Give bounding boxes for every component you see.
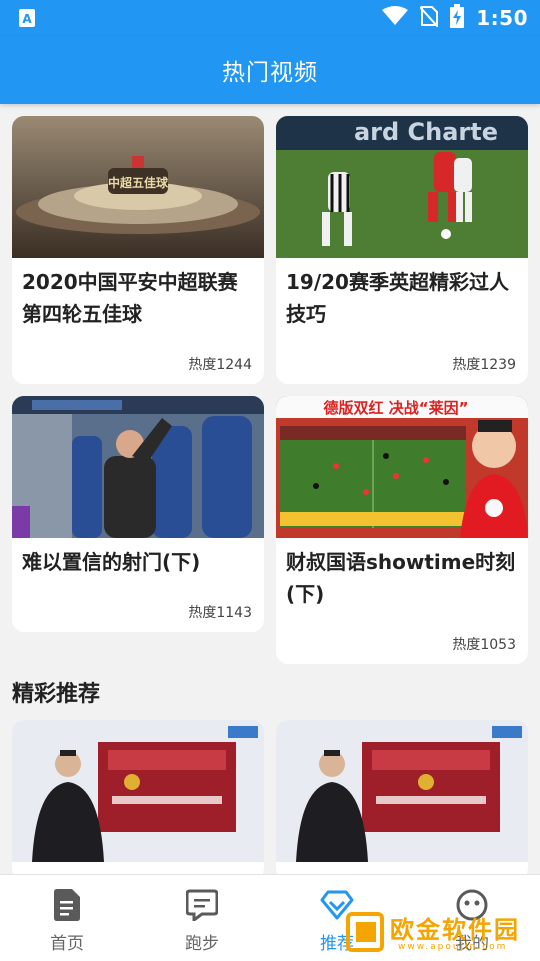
video-thumbnail xyxy=(12,720,264,862)
app-bar: 热门视频 xyxy=(0,36,540,104)
video-heat: 热度1244 xyxy=(188,357,252,373)
recommend-card[interactable] xyxy=(276,720,528,880)
video-heat: 热度1239 xyxy=(452,357,516,373)
chat-icon xyxy=(157,887,247,923)
video-title: 财叔国语showtime时刻(下) xyxy=(286,550,516,606)
watermark-logo-icon xyxy=(346,912,384,952)
watermark-text: 欧金软件园 xyxy=(390,916,520,944)
video-thumbnail xyxy=(12,396,264,538)
notification-icon: A xyxy=(18,8,36,28)
video-thumbnail: ard Charte xyxy=(276,116,528,258)
video-thumbnail: 德版双红 决战“莱因” xyxy=(276,396,528,538)
video-heat: 热度1143 xyxy=(188,605,252,621)
video-thumbnail: 中超五佳球 xyxy=(12,116,264,258)
wifi-icon xyxy=(382,6,409,30)
video-heat: 热度1053 xyxy=(452,637,516,653)
video-card[interactable]: 难以置信的射门(下) 热度1143 xyxy=(12,396,264,632)
video-title: 2020中国平安中超联赛第四轮五佳球 xyxy=(22,270,238,326)
video-card[interactable]: ard Charte 19/20赛季英超精彩过人技巧 热度1239 xyxy=(276,116,528,384)
page-title: 热门视频 xyxy=(222,60,318,86)
video-thumbnail xyxy=(276,720,528,862)
nav-label: 首页 xyxy=(50,934,84,954)
recommend-section-title: 精彩推荐 xyxy=(12,682,101,707)
video-card[interactable]: 德版双红 决战“莱因” 财叔国语showtime时刻(下) 热度1053 xyxy=(276,396,528,664)
document-icon xyxy=(22,887,112,923)
nav-item-home[interactable]: 首页 xyxy=(22,887,112,954)
thumbnail-caption: 德版双红 决战“莱因” xyxy=(324,399,469,417)
recommend-card[interactable] xyxy=(12,720,264,880)
status-bar: A 1:50 xyxy=(0,0,540,36)
nav-label: 跑步 xyxy=(185,934,219,954)
battery-charging-icon xyxy=(450,4,465,32)
video-title: 难以置信的射门(下) xyxy=(22,550,201,574)
thumbnail-caption: ard Charte xyxy=(354,118,498,146)
status-time: 1:50 xyxy=(476,6,528,30)
no-sim-icon xyxy=(419,5,439,31)
thumbnail-caption: 中超五佳球 xyxy=(108,175,169,190)
nav-item-running[interactable]: 跑步 xyxy=(157,887,247,954)
video-title: 19/20赛季英超精彩过人技巧 xyxy=(286,270,509,326)
svg-text:A: A xyxy=(22,12,32,26)
video-card[interactable]: 中超五佳球 2020中国平安中超联赛第四轮五佳球 热度1244 xyxy=(12,116,264,384)
watermark-url: www.apoujin.com xyxy=(398,942,508,952)
watermark: 欧金软件园 www.apoujin.com xyxy=(346,908,534,956)
